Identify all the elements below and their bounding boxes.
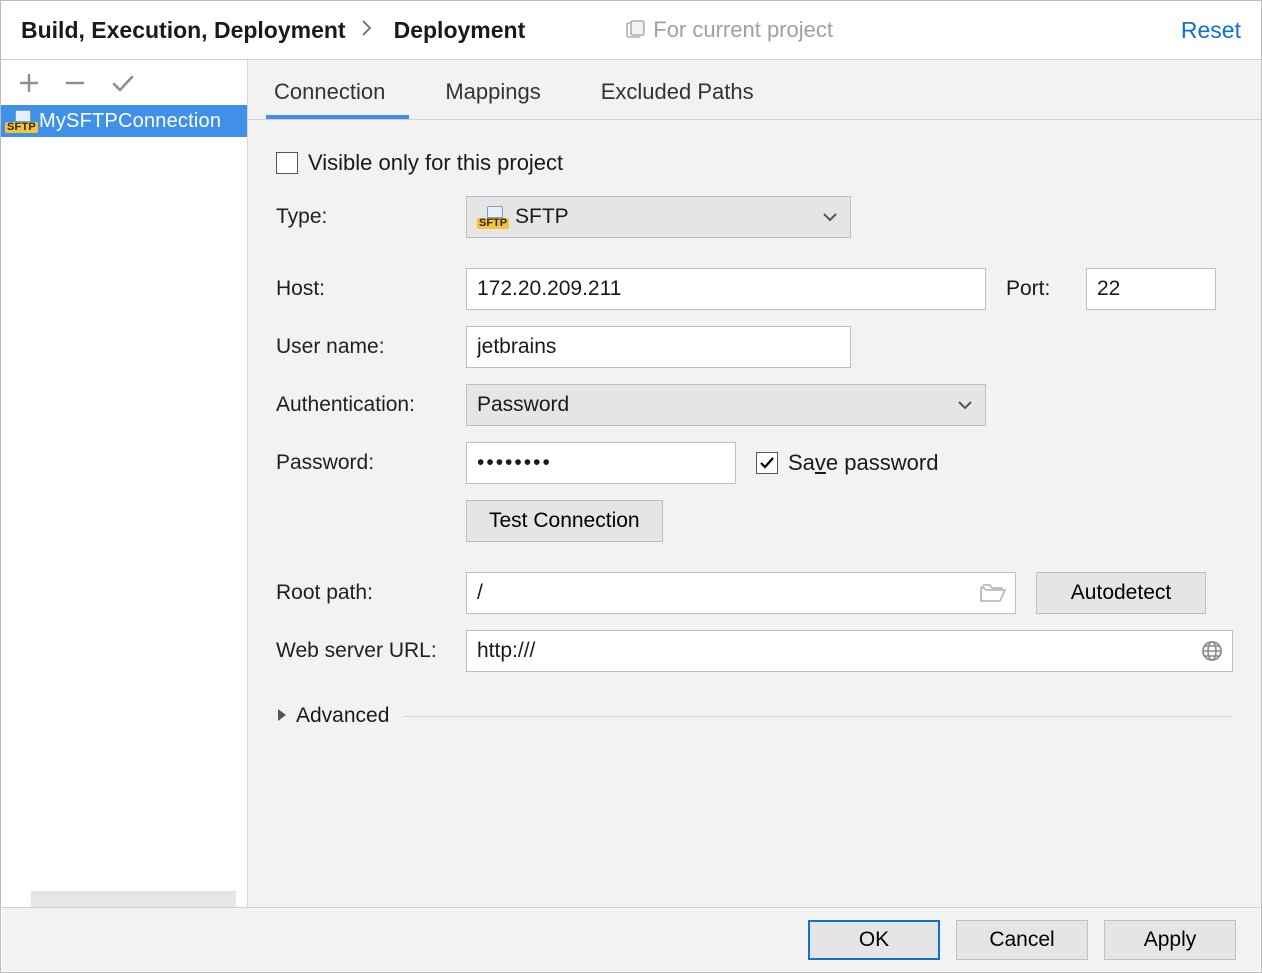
test-connection-button[interactable]: Test Connection	[466, 500, 663, 542]
auth-value: Password	[477, 393, 569, 417]
content-panel: Connection Mappings Excluded Paths Visib…	[248, 60, 1261, 907]
server-item[interactable]: SFTP MySFTPConnection	[1, 105, 247, 137]
scope-label: For current project	[625, 17, 833, 43]
sidebar: SFTP MySFTPConnection	[1, 60, 248, 907]
host-input[interactable]	[466, 268, 986, 310]
type-label: Type:	[276, 205, 466, 229]
folder-open-icon[interactable]	[980, 583, 1006, 603]
auth-label: Authentication:	[276, 393, 466, 417]
server-item-label: MySFTPConnection	[39, 110, 221, 133]
sidebar-toolbar	[1, 60, 247, 105]
sftp-icon: SFTP	[5, 109, 35, 133]
save-password-checkbox[interactable]: Save password	[756, 450, 938, 476]
breadcrumb: Build, Execution, Deployment Deployment …	[1, 1, 1261, 59]
apply-button[interactable]: Apply	[1104, 920, 1236, 960]
check-icon[interactable]	[111, 73, 135, 93]
host-label: Host:	[276, 277, 466, 301]
advanced-section-toggle[interactable]: Advanced	[276, 704, 1233, 728]
remove-icon[interactable]	[65, 73, 85, 93]
web-url-label: Web server URL:	[276, 639, 466, 663]
globe-icon[interactable]	[1201, 640, 1223, 662]
tab-connection[interactable]: Connection	[266, 69, 409, 119]
chevron-right-icon	[360, 18, 372, 42]
breadcrumb-parent[interactable]: Build, Execution, Deployment	[21, 17, 346, 44]
breadcrumb-current: Deployment	[394, 17, 526, 44]
web-url-input[interactable]	[466, 630, 1233, 672]
root-path-label: Root path:	[276, 581, 466, 605]
visible-only-checkbox[interactable]: Visible only for this project	[276, 150, 563, 176]
port-label: Port:	[1006, 277, 1066, 301]
username-input[interactable]	[466, 326, 851, 368]
tab-mappings[interactable]: Mappings	[437, 69, 564, 119]
tab-excluded-paths[interactable]: Excluded Paths	[593, 69, 778, 119]
password-label: Password:	[276, 451, 466, 475]
advanced-label: Advanced	[296, 704, 389, 728]
autodetect-button[interactable]: Autodetect	[1036, 572, 1206, 614]
reset-link[interactable]: Reset	[1181, 17, 1241, 44]
divider	[403, 716, 1233, 717]
port-input[interactable]	[1086, 268, 1216, 310]
visible-only-label: Visible only for this project	[308, 150, 563, 176]
username-label: User name:	[276, 335, 466, 359]
save-password-label: Save password	[788, 450, 938, 476]
cancel-button[interactable]: Cancel	[956, 920, 1088, 960]
sftp-icon: SFTP	[477, 205, 507, 229]
add-icon[interactable]	[19, 73, 39, 93]
sidebar-scrollbar[interactable]	[1, 891, 247, 907]
project-scope-icon	[625, 20, 645, 40]
chevron-down-icon	[957, 393, 973, 417]
ok-button[interactable]: OK	[808, 920, 940, 960]
triangle-right-icon	[276, 704, 288, 728]
dialog-footer: OK Cancel Apply	[2, 907, 1260, 971]
auth-select[interactable]: Password	[466, 384, 986, 426]
root-path-input[interactable]	[466, 572, 1016, 614]
type-select[interactable]: SFTP SFTP	[466, 196, 851, 238]
connection-form: Visible only for this project Type: SFTP…	[248, 120, 1261, 728]
chevron-down-icon	[822, 205, 838, 229]
tabs: Connection Mappings Excluded Paths	[248, 60, 1261, 120]
server-list: SFTP MySFTPConnection	[1, 105, 247, 891]
password-input[interactable]	[466, 442, 736, 484]
type-value: SFTP	[515, 205, 569, 229]
